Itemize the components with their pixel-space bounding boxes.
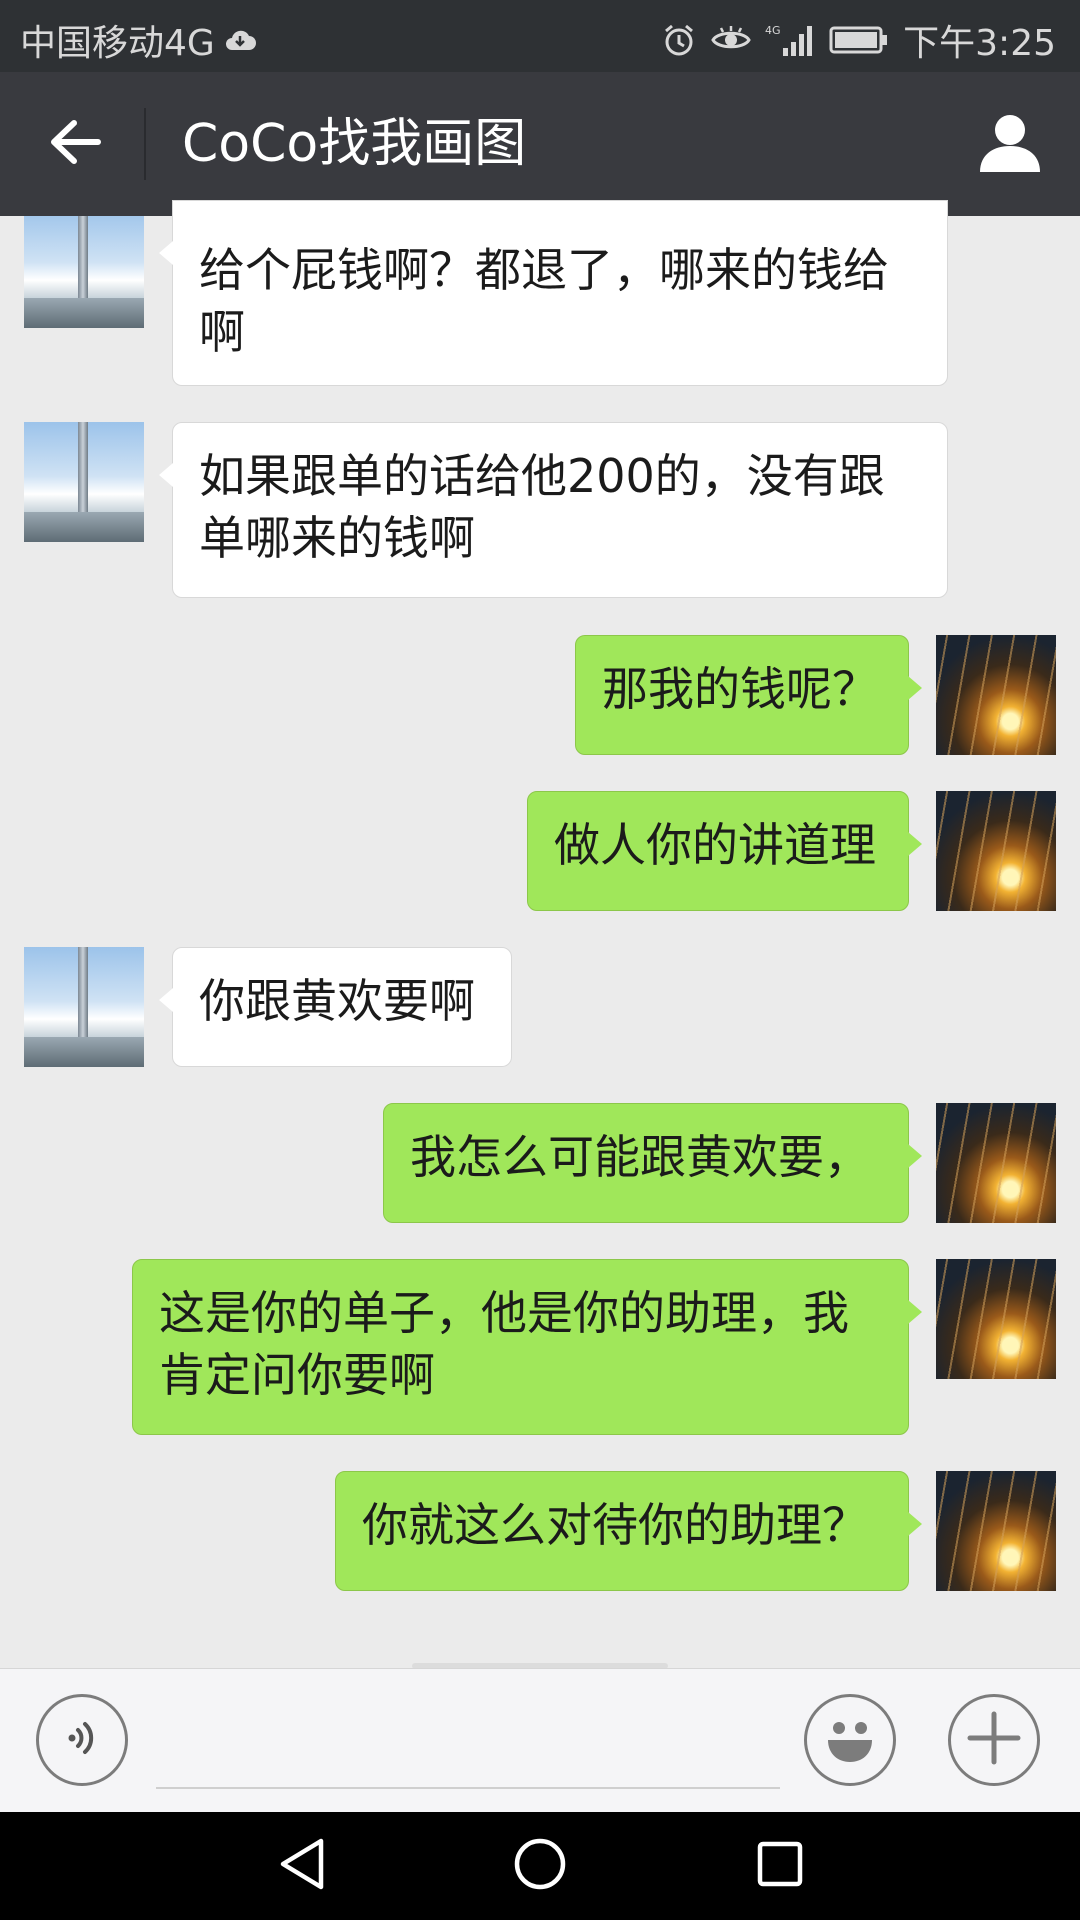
- message-bubble-incoming[interactable]: 如果跟单的话给他200的，没有跟单哪来的钱啊: [159, 422, 948, 598]
- emoji-icon: [816, 1704, 884, 1776]
- eye-icon: [711, 25, 751, 55]
- cloud-icon: [223, 28, 257, 52]
- message-bubble-outgoing[interactable]: 我怎么可能跟黄欢要，: [383, 1103, 922, 1223]
- my-avatar[interactable]: [936, 1103, 1056, 1223]
- contact-avatar[interactable]: [24, 422, 144, 542]
- status-bar: 中国移动4G 4G 下午3:25: [0, 0, 1080, 72]
- message-text: 如果跟单的话给他200的，没有跟单哪来的钱啊: [199, 449, 885, 565]
- message-text: 这是你的单子，他是你的助理，我肯定问你要啊: [159, 1286, 849, 1402]
- carrier-label: 中国移动4G: [20, 23, 215, 64]
- nav-home-button[interactable]: [510, 1836, 570, 1896]
- voice-icon: [60, 1716, 104, 1764]
- contact-avatar[interactable]: [24, 216, 144, 328]
- nav-back-button[interactable]: [272, 1836, 332, 1896]
- message-bubble-outgoing[interactable]: 那我的钱呢？: [575, 635, 922, 755]
- signal-4g-icon: 4G: [765, 22, 815, 58]
- message-bubble-outgoing[interactable]: 这是你的单子，他是你的助理，我肯定问你要啊: [132, 1259, 922, 1435]
- contact-avatar[interactable]: [24, 947, 144, 1067]
- my-avatar[interactable]: [936, 791, 1056, 911]
- chat-title-bar: CoCo找我画图: [0, 72, 1080, 216]
- message-bubble-outgoing[interactable]: 做人你的讲道理: [527, 791, 922, 911]
- svg-text:4G: 4G: [765, 24, 781, 37]
- chat-title: CoCo找我画图: [182, 114, 527, 174]
- back-button[interactable]: [30, 108, 120, 180]
- message-text: 我怎么可能跟黄欢要，: [410, 1130, 870, 1184]
- my-avatar[interactable]: [936, 635, 1056, 755]
- voice-button[interactable]: [36, 1694, 128, 1786]
- more-options-button[interactable]: [948, 1694, 1040, 1786]
- message-text: 做人你的讲道理: [554, 818, 876, 872]
- battery-icon: [829, 25, 889, 55]
- plus-icon: [964, 1708, 1024, 1772]
- message-input-bar: [0, 1668, 1080, 1813]
- message-text: 你跟黄欢要啊: [199, 974, 475, 1028]
- back-triangle-icon: [277, 1837, 327, 1895]
- system-nav-bar: [0, 1812, 1080, 1920]
- message-text: 给个屁钱啊？都退了，哪来的钱给啊: [199, 243, 889, 359]
- my-avatar[interactable]: [936, 1259, 1056, 1379]
- title-divider: [144, 108, 146, 180]
- status-right-group: 4G 下午3:25: [661, 14, 1056, 66]
- contact-profile-button[interactable]: [970, 104, 1050, 184]
- message-bubble-incoming[interactable]: 你跟黄欢要啊: [159, 947, 512, 1067]
- my-avatar[interactable]: [936, 1471, 1056, 1591]
- back-arrow-icon: [48, 118, 102, 170]
- contact-profile-icon: [978, 110, 1042, 178]
- message-bubble-incoming[interactable]: 给个屁钱啊？都退了，哪来的钱给啊: [159, 200, 948, 386]
- alarm-icon: [661, 22, 697, 58]
- home-circle-icon: [512, 1836, 568, 1896]
- message-text-input[interactable]: [156, 1787, 780, 1789]
- carrier-group: 中国移动4G: [20, 14, 257, 66]
- recents-square-icon: [755, 1839, 805, 1893]
- nav-recents-button[interactable]: [750, 1836, 810, 1896]
- clock-label: 下午3:25: [903, 23, 1056, 64]
- message-bubble-outgoing[interactable]: 你就这么对待你的助理？: [335, 1471, 922, 1591]
- message-text: 你就这么对待你的助理？: [362, 1498, 868, 1552]
- emoji-button[interactable]: [804, 1694, 896, 1786]
- message-text: 那我的钱呢？: [602, 662, 878, 716]
